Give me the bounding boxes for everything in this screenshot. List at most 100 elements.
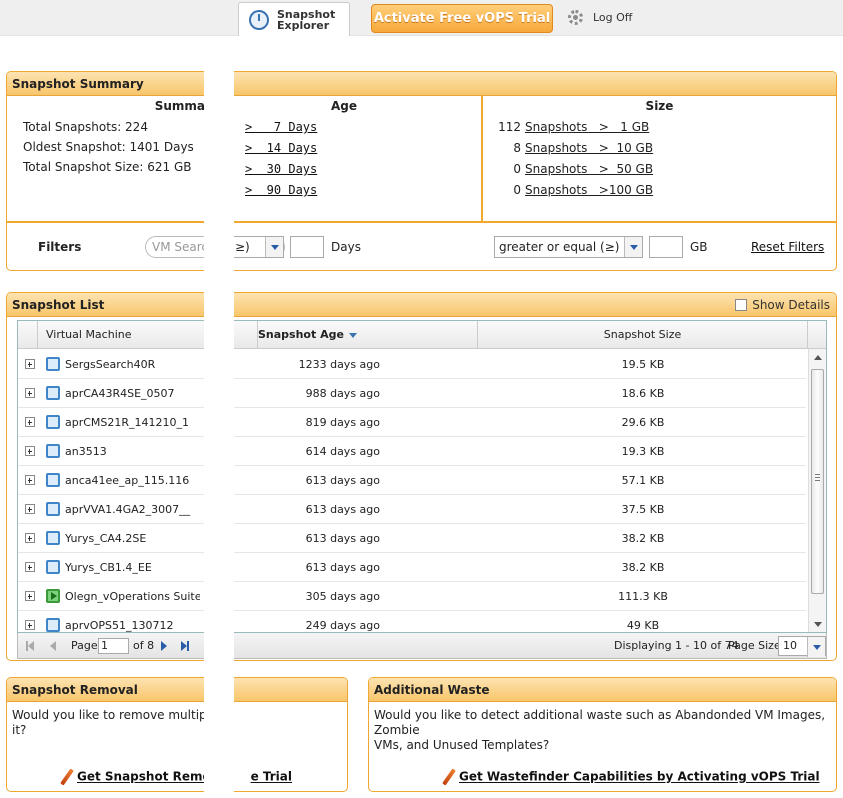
expand-row-icon[interactable] <box>25 591 35 601</box>
scroll-down-icon[interactable] <box>814 622 822 627</box>
table-row[interactable]: aprvOPS51_130712 249 days ago 49 KB <box>18 611 806 632</box>
size-count-100: 0 <box>513 183 521 197</box>
logoff-label: Log Off <box>593 11 633 24</box>
snapshot-summary-panel: Snapshot Summary Summa Total Snapshots: … <box>6 71 837 271</box>
snapshot-size: 19.3 KB <box>621 445 665 458</box>
age-column: Age > 7 Days > 14 Days > 30 Days > 90 Da… <box>207 96 483 221</box>
chevron-down-icon[interactable] <box>807 637 825 657</box>
pagination-bar: Page 1 of 8 Displaying 1 - 10 of 74 Page… <box>17 633 827 659</box>
expand-row-icon[interactable] <box>25 359 35 369</box>
waste-text-line-2: VMs, and Unused Templates? <box>374 738 550 752</box>
snapshot-size: 38.2 KB <box>621 532 665 545</box>
vm-icon <box>46 444 60 458</box>
chevron-down-icon[interactable] <box>624 237 642 257</box>
table-row[interactable]: Yurys_CB1.4_EE 613 days ago 38.2 KB <box>18 553 806 582</box>
age-link-90[interactable]: > 90 Days <box>245 183 317 197</box>
snapshot-age: 613 days ago <box>305 474 380 487</box>
snapshot-age: 819 days ago <box>305 416 380 429</box>
next-page-icon[interactable] <box>161 641 167 651</box>
tab-snapshot-explorer[interactable]: Snapshot Explorer <box>238 2 350 36</box>
table-row[interactable]: Yurys_CA4.2SE 613 days ago 38.2 KB <box>18 524 806 553</box>
snapshot-size: 19.5 KB <box>621 358 665 371</box>
expand-row-icon[interactable] <box>25 533 35 543</box>
summary-column: Summa Total Snapshots: 224 Oldest Snapsh… <box>7 96 207 221</box>
size-count-1: 112 <box>498 120 521 134</box>
table-row[interactable]: Olegn_vOperations Suite_‹ 305 days ago 111… <box>18 582 806 611</box>
column-header-age-label: Snapshot Age <box>258 328 344 341</box>
waste-text-line-1: Would you like to detect additional wast… <box>374 708 826 737</box>
scrollbar-thumb[interactable] <box>811 369 824 594</box>
first-page-icon[interactable] <box>26 641 34 651</box>
page-number-input[interactable]: 1 <box>98 638 129 654</box>
snapshot-list-panel: Snapshot List Show Details Virtual Machi… <box>6 292 837 661</box>
vm-icon <box>46 386 60 400</box>
size-link-100[interactable]: Snapshots >100 GB <box>525 183 653 197</box>
page-label: Page <box>71 639 98 652</box>
removal-description: Would you like to remove multiple s it? <box>12 708 227 738</box>
size-column-title: Size <box>645 99 674 113</box>
size-gb-input[interactable] <box>649 236 683 258</box>
table-row[interactable]: an3513 614 days ago 19.3 KB <box>18 437 806 466</box>
reset-filters-link[interactable]: Reset Filters <box>751 240 824 254</box>
snapshot-size: 38.2 KB <box>621 561 665 574</box>
column-header-age[interactable]: Snapshot Age <box>258 321 478 349</box>
oldest-snapshot: Oldest Snapshot: 1401 Days <box>23 140 194 154</box>
age-link-14[interactable]: > 14 Days <box>245 141 317 155</box>
show-details-checkbox[interactable] <box>735 299 748 311</box>
snapshot-age: 613 days ago <box>305 561 380 574</box>
size-column: Size 112 Snapshots > 1 GB 8 Snapshots > … <box>483 96 836 221</box>
wastefinder-link[interactable]: Get Wastefinder Capabilities by Activati… <box>442 768 820 786</box>
size-link-1[interactable]: Snapshots > 1 GB <box>525 120 649 134</box>
top-bar: Snapshot Explorer Activate Free vOPS Tri… <box>0 0 843 36</box>
table-row[interactable]: aprCMS21R_141210_1 819 days ago 29.6 KB <box>18 408 806 437</box>
snapshot-removal-link[interactable]: Get Snapshot Remov e Trial <box>60 768 292 786</box>
grip-icon <box>815 474 820 481</box>
expand-row-icon[interactable] <box>25 446 35 456</box>
vertical-scrollbar[interactable] <box>808 349 826 632</box>
vm-name: anca41ee_ap_115.116 <box>65 474 190 487</box>
table-row[interactable]: aprCA43R4SE_0507 988 days ago 18.6 KB <box>18 379 806 408</box>
displaying-label: Displaying 1 - 10 of 74 <box>614 639 739 652</box>
vm-name: aprvOPS51_130712 <box>65 619 174 632</box>
age-link-30[interactable]: > 30 Days <box>245 162 317 176</box>
expand-row-icon[interactable] <box>25 417 35 427</box>
snapshot-age: 988 days ago <box>305 387 380 400</box>
table-row[interactable]: anca41ee_ap_115.116 613 days ago 57.1 KB <box>18 466 806 495</box>
snapshot-size: 18.6 KB <box>621 387 665 400</box>
logoff-link[interactable]: Log Off <box>568 10 632 25</box>
table-row[interactable]: SergsSearch40R 1233 days ago 19.5 KB <box>18 350 806 379</box>
size-link-10[interactable]: Snapshots > 10 GB <box>525 141 653 155</box>
gb-unit: GB <box>690 240 708 254</box>
age-filter-select[interactable]: ≥) <box>230 236 284 258</box>
chevron-down-icon[interactable] <box>265 237 283 257</box>
page-size-select[interactable]: 10 <box>778 636 826 657</box>
scroll-up-icon[interactable] <box>814 355 822 360</box>
panel-title: Snapshot List <box>7 293 836 317</box>
column-header-size[interactable]: Snapshot Size <box>478 321 808 349</box>
size-link-50[interactable]: Snapshots > 50 GB <box>525 162 653 176</box>
snapshot-age: 614 days ago <box>305 445 380 458</box>
activate-trial-button[interactable]: Activate Free vOPS Trial <box>371 4 553 33</box>
expand-row-icon[interactable] <box>25 388 35 398</box>
gear-icon <box>568 10 583 25</box>
last-page-icon[interactable] <box>181 641 189 651</box>
snapshot-size: 111.3 KB <box>618 590 668 603</box>
expand-row-icon[interactable] <box>25 504 35 514</box>
expand-row-icon[interactable] <box>25 562 35 572</box>
vm-icon <box>46 357 60 371</box>
table-row[interactable]: aprVVA1.4GA2_3007__ 613 days ago 37.5 KB <box>18 495 806 524</box>
prev-page-icon[interactable] <box>50 641 56 651</box>
vm-name: aprCA43R4SE_0507 <box>65 387 175 400</box>
snapshot-age: 613 days ago <box>305 532 380 545</box>
pencil-icon <box>442 768 456 786</box>
size-filter-select[interactable]: greater or equal (≥) <box>494 236 643 258</box>
vm-name: SergsSearch40R <box>65 358 156 371</box>
age-days-input[interactable] <box>290 236 324 258</box>
age-link-7[interactable]: > 7 Days <box>245 120 317 134</box>
expand-row-icon[interactable] <box>25 475 35 485</box>
show-details-label: Show Details <box>752 298 830 312</box>
days-unit: Days <box>331 240 361 254</box>
show-details-toggle[interactable]: Show Details <box>735 298 830 312</box>
expand-row-icon[interactable] <box>25 620 35 630</box>
snapshot-size: 49 KB <box>626 619 660 632</box>
